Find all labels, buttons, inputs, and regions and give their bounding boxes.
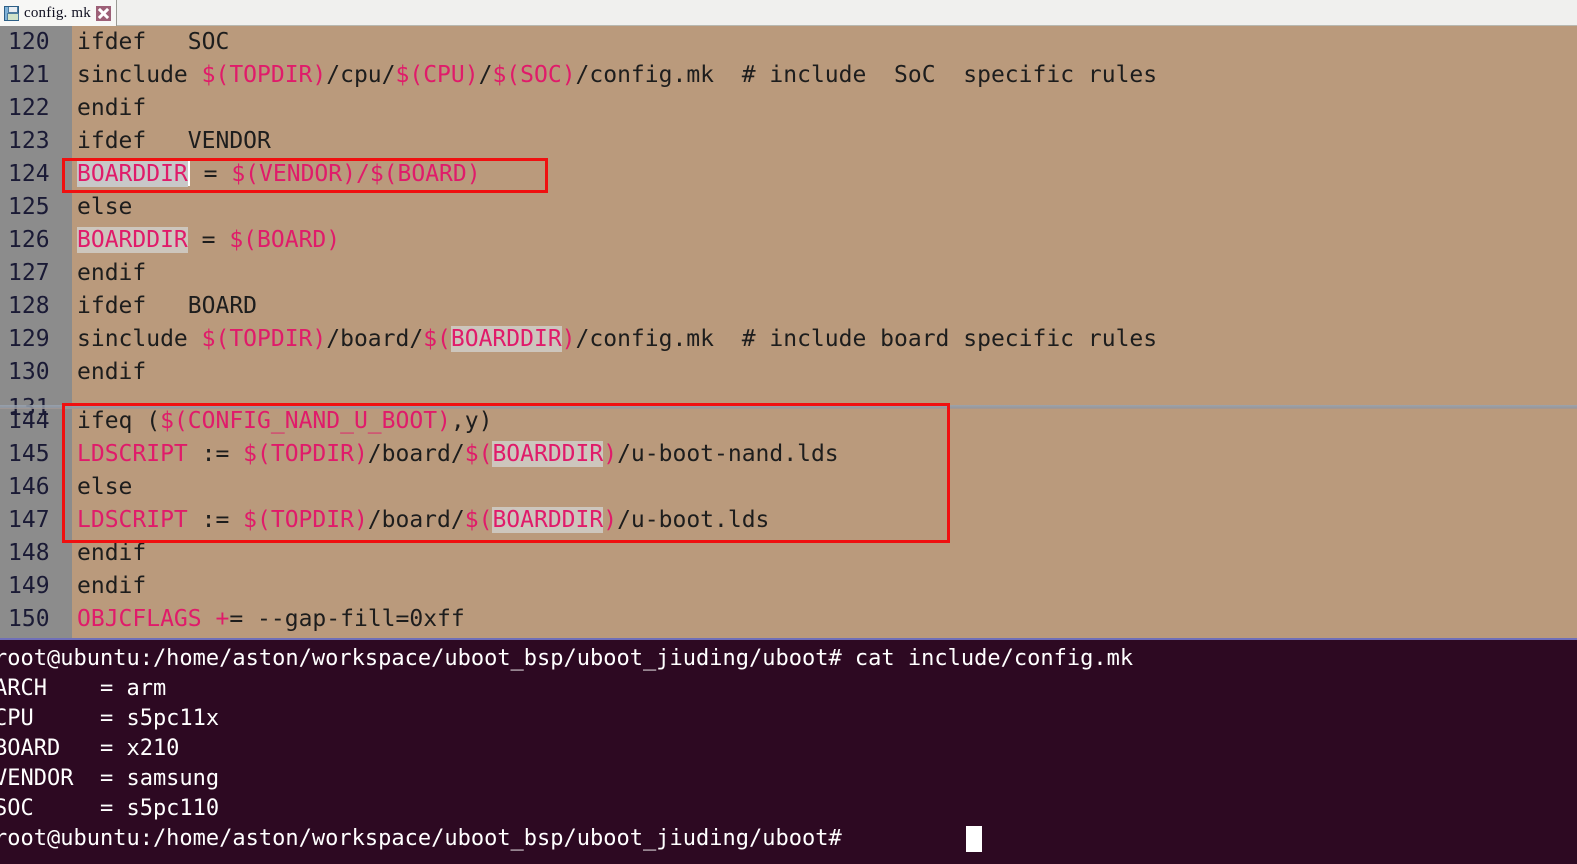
block-cursor [966,826,982,852]
code-line-129[interactable]: 129 sinclude $(TOPDIR)/board/$(BOARDDIR)… [0,323,1577,356]
line-content: ifdef VENDOR [77,128,271,154]
code-line-144[interactable]: 144 ifeq ($(CONFIG_NAND_U_BOOT),y) [0,405,1577,438]
line-content: LDSCRIPT := $(TOPDIR)/board/$(BOARDDIR)/… [77,441,839,467]
line-content: endif [77,540,147,566]
text-caret [187,160,190,186]
line-number: 150 [8,606,50,632]
line-content: OBJCFLAGS += --gap-fill=0xff [77,606,465,632]
code-line-126[interactable]: 126 BOARDDIR = $(BOARD) [0,224,1577,257]
line-content: endif [77,573,147,599]
code-line-147[interactable]: 147 LDSCRIPT := $(TOPDIR)/board/$(BOARDD… [0,504,1577,537]
terminal-line-soc: SOC = s5pc110 [0,796,220,821]
line-content: BOARDDIR = $(BOARD) [77,227,341,253]
terminal-line-vendor: VENDOR = samsung [0,766,220,791]
terminal-line-arch: ARCH = arm [0,676,167,701]
line-number: 130 [8,359,50,385]
tab-bar: config. mk [0,0,1577,26]
code-line-122[interactable]: 122 endif [0,92,1577,125]
code-line-128[interactable]: 128 ifdef BOARD [0,290,1577,323]
tab-config-mk[interactable]: config. mk [0,0,117,26]
line-content: endif [77,260,147,286]
line-number: 144 [8,408,50,434]
line-number: 120 [8,29,50,55]
code-editor-pane[interactable]: 120 ifdef SOC 121 sinclude $(TOPDIR)/cpu… [0,26,1577,638]
close-x-icon[interactable] [96,5,111,21]
line-content: endif [77,95,147,121]
line-content: sinclude $(TOPDIR)/board/$(BOARDDIR)/con… [77,326,1158,352]
line-number: 127 [8,260,50,286]
code-line-120[interactable]: 120 ifdef SOC [0,26,1577,59]
terminal-pane[interactable]: root@ubuntu:/home/aston/workspace/uboot_… [0,638,1577,864]
line-content: sinclude $(TOPDIR)/cpu/$(CPU)/$(SOC)/con… [77,62,1158,88]
line-content: ifeq ($(CONFIG_NAND_U_BOOT),y) [77,408,493,434]
line-number: 147 [8,507,50,533]
code-line-121[interactable]: 121 sinclude $(TOPDIR)/cpu/$(CPU)/$(SOC)… [0,59,1577,92]
line-content: else [77,194,133,220]
line-number: 129 [8,326,50,352]
code-line-127[interactable]: 127 endif [0,257,1577,290]
line-number: 145 [8,441,50,467]
line-number: 124 [8,161,50,187]
line-content: BOARDDIR = $(VENDOR)/$(BOARD) [77,160,481,187]
line-content: LDSCRIPT := $(TOPDIR)/board/$(BOARDDIR)/… [77,507,770,533]
line-number: 148 [8,540,50,566]
terminal-line-board: BOARD = x210 [0,736,180,761]
line-number: 125 [8,194,50,220]
terminal-line-prompt: root@ubuntu:/home/aston/workspace/uboot_… [0,826,842,851]
line-content: ifdef SOC [77,29,230,55]
code-line-123[interactable]: 123 ifdef VENDOR [0,125,1577,158]
line-content: endif [77,359,147,385]
code-line-124[interactable]: 124 BOARDDIR = $(VENDOR)/$(BOARD) [0,158,1577,191]
code-line-149[interactable]: 149 endif [0,570,1577,603]
line-number: 121 [8,62,50,88]
line-number: 126 [8,227,50,253]
line-content: else [77,474,133,500]
code-line-145[interactable]: 145 LDSCRIPT := $(TOPDIR)/board/$(BOARDD… [0,438,1577,471]
floppy-save-icon [4,5,19,21]
line-number: 149 [8,573,50,599]
line-number: 122 [8,95,50,121]
tab-label: config. mk [24,4,91,21]
code-line-148[interactable]: 148 endif [0,537,1577,570]
line-content: ifdef BOARD [77,293,258,319]
line-number: 123 [8,128,50,154]
terminal-line-command: root@ubuntu:/home/aston/workspace/uboot_… [0,646,1134,671]
code-line-130[interactable]: 130 endif [0,356,1577,389]
line-number: 146 [8,474,50,500]
code-line-146[interactable]: 146 else [0,471,1577,504]
line-number: 128 [8,293,50,319]
terminal-line-cpu: CPU = s5pc11x [0,706,220,731]
code-line-150[interactable]: 150 OBJCFLAGS += --gap-fill=0xff [0,603,1577,636]
code-line-125[interactable]: 125 else [0,191,1577,224]
